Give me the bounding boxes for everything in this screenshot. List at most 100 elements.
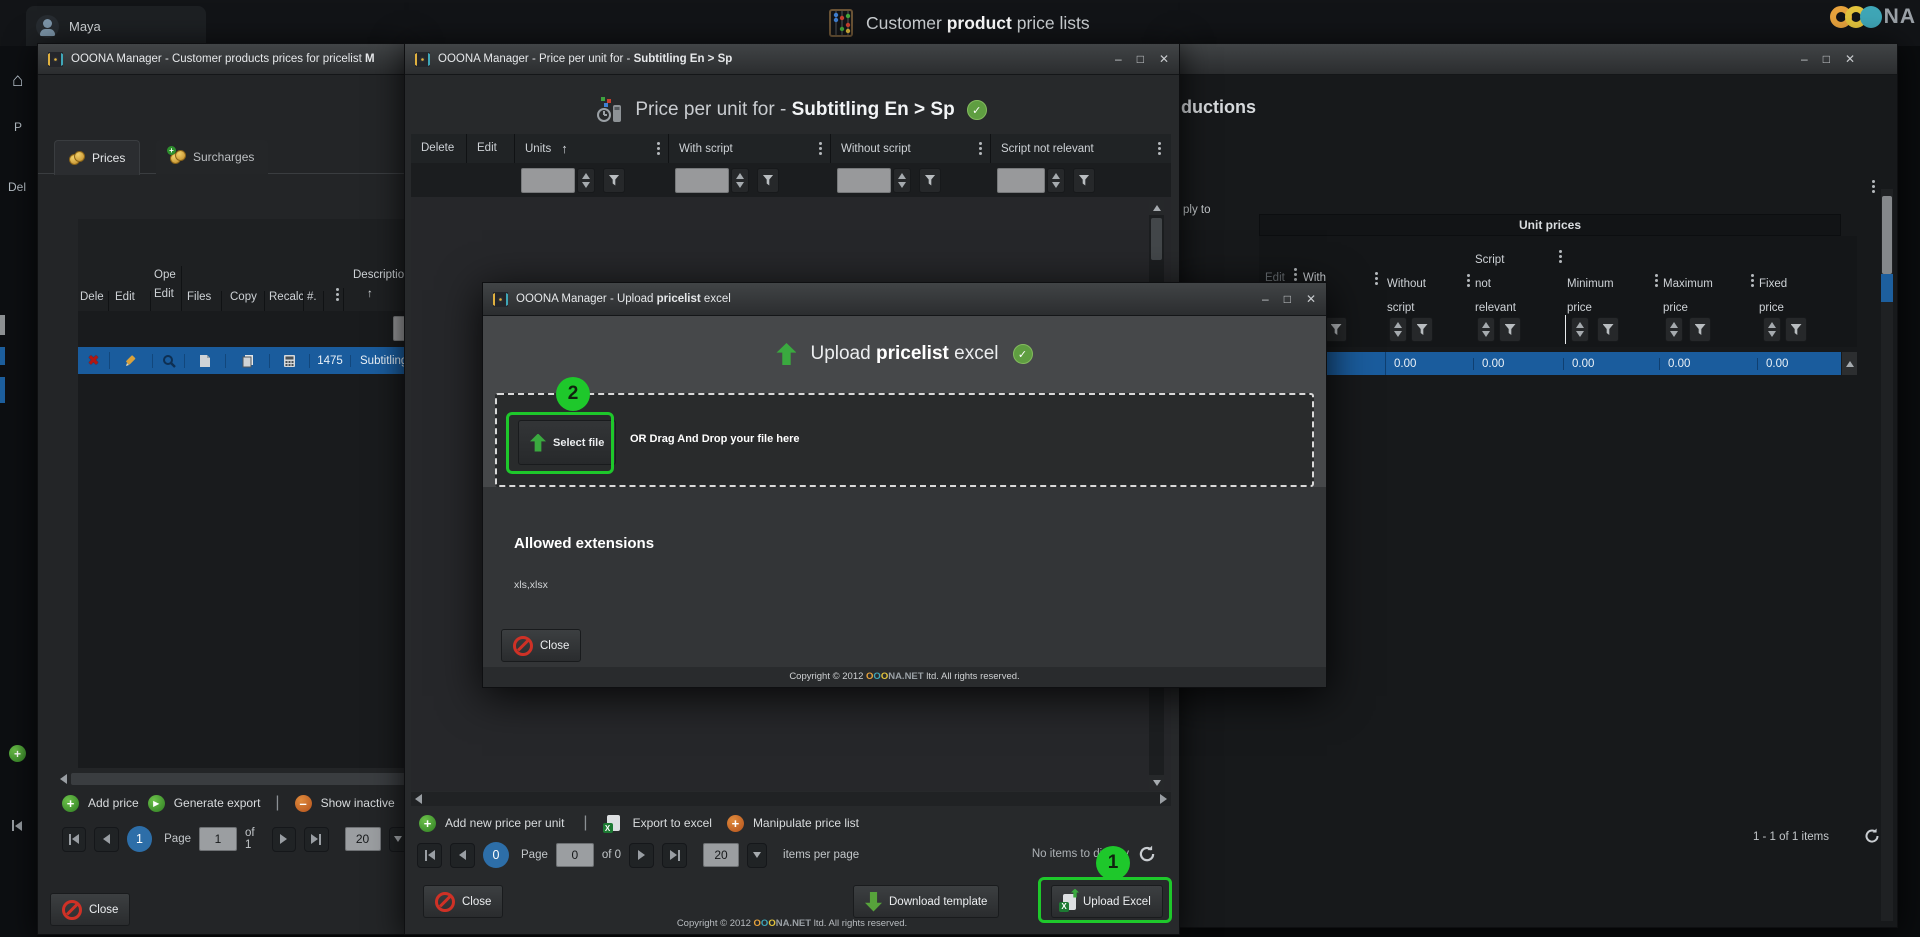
script-spinner[interactable] xyxy=(1477,317,1495,342)
add-price-button[interactable]: Add price xyxy=(88,796,139,810)
prev-page-button[interactable] xyxy=(450,843,475,868)
maximize-icon[interactable]: □ xyxy=(1137,53,1144,65)
scroll-left-icon[interactable] xyxy=(415,794,422,804)
page-input[interactable] xyxy=(199,827,237,851)
col-files[interactable]: Files xyxy=(182,291,222,311)
minimum-filter-icon[interactable] xyxy=(1597,317,1619,342)
without-script-menu-icon[interactable] xyxy=(979,142,990,155)
current-page-badge[interactable]: 1 xyxy=(127,826,152,852)
col-copy[interactable]: Copy xyxy=(222,291,265,311)
export-excel-icon[interactable] xyxy=(607,815,620,831)
col-open-edit[interactable]: OpeEdit xyxy=(151,266,182,311)
col-delete[interactable]: Delete xyxy=(411,134,467,163)
scroll-left-icon[interactable] xyxy=(60,774,67,784)
page-size-input[interactable] xyxy=(345,827,381,851)
col-without-script-right[interactable]: Withoutscript xyxy=(1387,272,1426,320)
minimize-icon[interactable]: – xyxy=(1262,293,1269,305)
minimize-icon[interactable]: – xyxy=(1801,53,1808,65)
with-script-menu-icon[interactable] xyxy=(819,142,830,155)
right-window-titlebar[interactable]: – □ ✕ xyxy=(1179,44,1897,75)
close-icon[interactable]: ✕ xyxy=(1159,53,1169,65)
fixed-spinner[interactable] xyxy=(1763,317,1781,342)
column-menu-icon[interactable] xyxy=(324,288,344,311)
unit-price-row-selected[interactable]: 0.00 0.00 0.00 0.00 0.00 xyxy=(1259,352,1841,375)
dialog-close-button[interactable]: Close xyxy=(501,629,581,662)
script-menu-icon[interactable] xyxy=(1158,142,1171,155)
manipulate-icon[interactable]: + xyxy=(727,815,744,832)
add-price-per-unit-button[interactable]: Add new price per unit xyxy=(445,816,564,830)
page-size-dropdown[interactable] xyxy=(747,843,767,868)
left-window-titlebar[interactable]: OOONA Manager - Customer products prices… xyxy=(38,44,408,75)
col-description[interactable]: Descriptio↑ xyxy=(344,266,408,311)
maximum-spinner[interactable] xyxy=(1665,317,1683,342)
col-delete[interactable]: Dele xyxy=(78,291,109,311)
without-script-filter-input[interactable] xyxy=(837,168,891,193)
right-grid-menu-icon[interactable] xyxy=(1872,180,1875,193)
maximize-icon[interactable]: □ xyxy=(1823,53,1830,65)
units-menu-icon[interactable] xyxy=(657,142,668,155)
units-spinner[interactable] xyxy=(577,168,595,193)
col-script-menu-icon[interactable] xyxy=(1559,250,1562,263)
generate-export-button[interactable]: Generate export xyxy=(174,796,261,810)
maximum-filter-icon[interactable] xyxy=(1689,317,1711,342)
col-maximum-price[interactable]: Maximumprice xyxy=(1663,272,1713,320)
col-edit[interactable]: Edit xyxy=(109,291,151,311)
minimum-spinner[interactable] xyxy=(1571,317,1589,342)
units-filter-icon[interactable] xyxy=(603,168,625,193)
home-icon[interactable]: ⌂ xyxy=(12,70,23,92)
with-script-filter-input[interactable] xyxy=(675,168,729,193)
script-filter-icon[interactable] xyxy=(1073,168,1095,193)
refresh-icon[interactable] xyxy=(1137,844,1157,864)
upload-dialog-titlebar[interactable]: OOONA Manager - Upload pricelist excel –… xyxy=(483,283,1326,316)
without-script-filter-icon[interactable] xyxy=(919,168,941,193)
next-page-button[interactable] xyxy=(272,827,296,852)
col-edit[interactable]: Edit xyxy=(467,134,515,163)
with-script-spinner[interactable] xyxy=(731,168,749,193)
col-recalc[interactable]: Recalc xyxy=(265,291,304,311)
col-minimum-price[interactable]: Minimumprice xyxy=(1567,272,1614,320)
dropzone[interactable]: Select file OR Drag And Drop your file h… xyxy=(495,393,1314,487)
col-with-script[interactable]: With script xyxy=(669,134,831,163)
tab-surcharges[interactable]: + Surcharges xyxy=(156,140,268,174)
with-script-filter-icon[interactable] xyxy=(757,168,779,193)
center-window-titlebar[interactable]: OOONA Manager - Price per unit for - Sub… xyxy=(405,44,1179,75)
minimize-icon[interactable]: – xyxy=(1115,53,1122,65)
download-template-button[interactable]: Download template xyxy=(853,885,999,918)
fixed-filter-icon[interactable] xyxy=(1785,317,1807,342)
export-excel-button[interactable]: Export to excel xyxy=(633,816,712,830)
center-close-button[interactable]: Close xyxy=(423,885,503,918)
left-hscrollbar[interactable] xyxy=(60,771,408,786)
sidebar-add-icon[interactable]: + xyxy=(9,745,26,762)
units-filter-input[interactable] xyxy=(521,168,575,193)
show-inactive-button[interactable]: Show inactive xyxy=(321,796,395,810)
col-number[interactable]: #. xyxy=(304,291,324,311)
close-icon[interactable]: ✕ xyxy=(1306,293,1316,305)
col-edit-menu-icon[interactable] xyxy=(1294,268,1297,281)
page-size-input[interactable] xyxy=(703,843,739,867)
user-tab[interactable]: Maya xyxy=(26,6,206,46)
first-page-button[interactable] xyxy=(417,843,442,868)
right-grid-scroll-up[interactable] xyxy=(1842,352,1857,375)
price-row-selected[interactable]: ✖ 1475 Subtitling xyxy=(78,347,408,374)
generate-export-icon[interactable]: ▶ xyxy=(148,795,165,812)
col-minimum-menu-icon[interactable] xyxy=(1655,274,1658,287)
row-delete-icon[interactable]: ✖ xyxy=(78,352,110,369)
left-close-button[interactable]: Close xyxy=(50,893,130,926)
row-copy-icon[interactable] xyxy=(226,354,270,368)
without-script-spinner[interactable] xyxy=(893,168,911,193)
center-hscrollbar[interactable] xyxy=(411,792,1171,806)
col-without-script[interactable]: Without script xyxy=(831,134,991,163)
col-script-not-relevant-right[interactable]: Scriptnotrelevant xyxy=(1475,248,1516,320)
without-spinner[interactable] xyxy=(1389,317,1407,342)
refresh-icon[interactable] xyxy=(1863,827,1881,845)
maximize-icon[interactable]: □ xyxy=(1284,293,1291,305)
col-without-menu-icon[interactable] xyxy=(1467,274,1470,287)
tab-prices[interactable]: Prices xyxy=(54,140,140,175)
col-fixed-price[interactable]: Fixedprice xyxy=(1759,272,1787,320)
add-price-icon[interactable]: + xyxy=(62,795,79,812)
row-files-icon[interactable] xyxy=(185,354,226,368)
sidebar-first-page-icon[interactable] xyxy=(12,820,22,831)
last-page-button[interactable] xyxy=(304,827,328,852)
last-page-button[interactable] xyxy=(662,843,687,868)
row-edit-icon[interactable] xyxy=(110,354,153,368)
